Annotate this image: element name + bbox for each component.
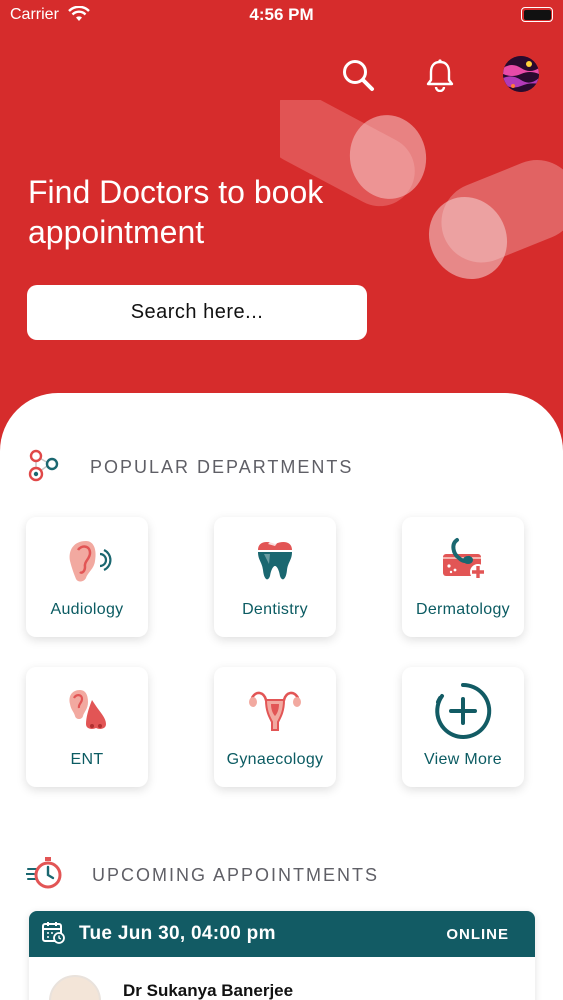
department-card-ent[interactable]: ENT (26, 667, 148, 787)
profile-avatar[interactable] (503, 56, 539, 92)
hero-title: Find Doctors to book appointment (28, 174, 324, 250)
search-icon[interactable] (339, 56, 377, 94)
hero-banner: Find Doctors to book appointment (0, 0, 563, 440)
department-card-dermatology[interactable]: Dermatology (402, 517, 524, 637)
departments-header: POPULAR DEPARTMENTS (26, 446, 353, 489)
uterus-icon (246, 685, 304, 737)
appointments-header: UPCOMING APPOINTMENTS (25, 855, 380, 896)
department-card-dentistry[interactable]: Dentistry (214, 517, 336, 637)
bell-icon[interactable] (421, 56, 459, 94)
plus-circle-icon (434, 682, 492, 739)
department-label: ENT (70, 751, 104, 768)
departments-title: POPULAR DEPARTMENTS (90, 457, 354, 477)
department-card-view-more[interactable]: View More (402, 667, 524, 787)
skin-icon (434, 535, 492, 587)
department-card-gynaecology[interactable]: Gynaecology (214, 667, 336, 787)
stopwatch-icon (25, 855, 64, 896)
doctor-name: Dr Sukanya Banerjee (123, 981, 294, 1000)
appointment-date: Tue Jun 30, 04:00 pm (79, 923, 276, 944)
appointment-card[interactable]: Tue Jun 30, 04:00 pm ONLINE Dr Sukanya B… (29, 911, 535, 1000)
calendar-icon (41, 920, 65, 949)
appointment-header: Tue Jun 30, 04:00 pm ONLINE (29, 911, 535, 957)
department-label: Dentistry (242, 601, 308, 618)
ear-nose-icon (58, 685, 116, 737)
doctor-avatar (49, 975, 101, 1000)
department-label: Gynaecology (226, 751, 324, 768)
ear-icon (58, 535, 116, 587)
department-label: Audiology (50, 601, 124, 618)
search-input[interactable] (27, 285, 367, 340)
appointments-title: UPCOMING APPOINTMENTS (92, 865, 380, 885)
department-label: Dermatology (415, 601, 510, 618)
tooth-icon (246, 535, 304, 587)
department-label: View More (424, 751, 502, 768)
appointment-body: Dr Sukanya Banerjee (29, 957, 535, 1000)
molecule-icon (26, 446, 62, 489)
appointment-mode-badge: ONLINE (446, 925, 509, 943)
department-card-audiology[interactable]: Audiology (26, 517, 148, 637)
